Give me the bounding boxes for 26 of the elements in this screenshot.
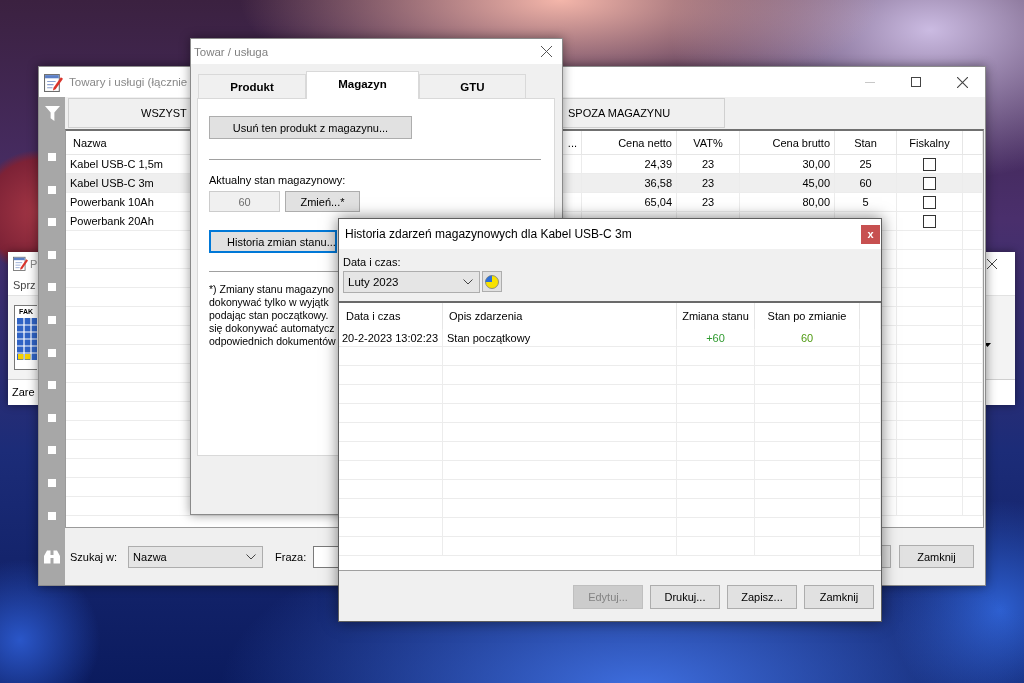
table-cell: 65,04	[582, 193, 677, 211]
search-label: Szukaj w:	[70, 550, 118, 563]
table-cell: 60	[755, 329, 860, 346]
window-title: Historia zdarzeń magazynowych dla Kabel USB-C 3m	[345, 227, 632, 241]
table-cell: 45,00	[740, 174, 835, 192]
table-cell: 23	[677, 155, 740, 173]
table-cell: 20-2-2023 13:02:23	[339, 329, 443, 346]
table-cell: 24,39	[582, 155, 677, 173]
table-cell: 25	[835, 155, 897, 173]
window-title: Towar / usługa	[194, 45, 269, 58]
note-text: *) Zmiany stanu magazyno dokonywać tylko w wyjątk podając stan początkowy. się dokonywać automatycz odpowiednich dokumentów	[209, 283, 336, 348]
window-title: P	[30, 257, 38, 270]
table-cell: 30,00	[740, 155, 835, 173]
table-cell: 23	[677, 193, 740, 211]
table-cell: 36,58	[582, 174, 677, 192]
stock-label: Aktualny stan magazynowy:	[209, 173, 346, 187]
toolbar-label: Zare	[12, 386, 35, 398]
window-title: Towary i usługi (łącznie	[69, 76, 188, 88]
table-cell: 5	[835, 193, 897, 211]
phrase-label: Fraza:	[275, 550, 307, 563]
table-cell: 60	[835, 174, 897, 192]
table-cell: +60	[677, 329, 755, 346]
table-cell: 23	[677, 174, 740, 192]
table-cell: 80,00	[740, 193, 835, 211]
table-cell: Stan początkowy	[443, 329, 677, 346]
date-filter-label: Data i czas:	[343, 255, 401, 269]
